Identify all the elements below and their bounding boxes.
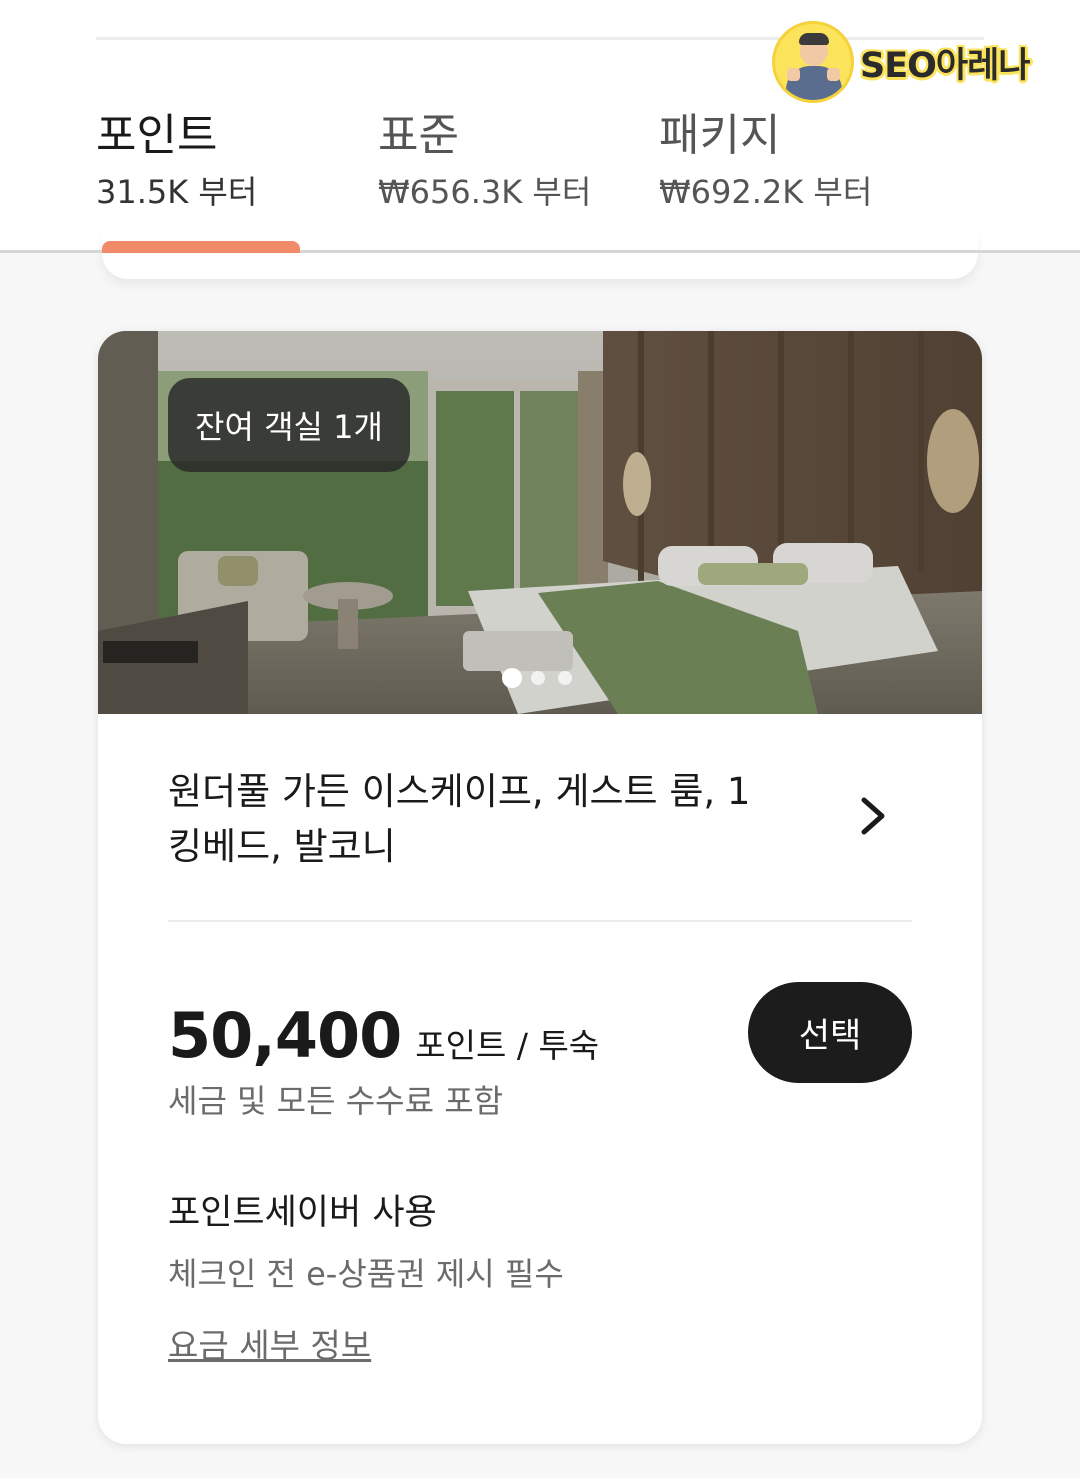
carousel-dot-active[interactable] — [502, 668, 522, 688]
price: 50,400 포인트 / 투숙 — [168, 999, 599, 1072]
room-title-line1: 원더풀 가든 이스케이프, 게스트 룸, 1 — [168, 770, 751, 813]
avatar — [772, 21, 854, 103]
card-divider — [168, 920, 912, 922]
active-tab-indicator — [102, 241, 300, 253]
chevron-right-icon[interactable] — [852, 786, 892, 846]
availability-text: 잔여 객실 1개 — [195, 408, 383, 446]
tab-package[interactable]: 패키지 ₩692.2K 부터 — [659, 110, 872, 211]
tab-title: 패키지 — [659, 110, 781, 161]
price-unit: 포인트 / 투숙 — [415, 1026, 600, 1065]
room-title-link[interactable]: 원더풀 가든 이스케이프, 게스트 룸, 1 킹베드, 발코니 — [168, 764, 928, 874]
room-photo-carousel[interactable]: 잔여 객실 1개 — [98, 331, 982, 714]
rate-tabs: 포인트 31.5K 부터 표준 ₩656.3K 부터 패키지 ₩692.2K 부… — [0, 110, 1080, 253]
pointsaver-note: 체크인 전 e-상품권 제시 필수 — [168, 1255, 564, 1293]
room-card: 잔여 객실 1개 원더풀 가든 이스케이프, 게스트 룸, 1 킹베드, 발코니… — [98, 331, 982, 1444]
rate-details-link[interactable]: 요금 세부 정보 — [168, 1319, 371, 1367]
tab-title: 표준 — [378, 110, 459, 161]
tab-price: ₩692.2K 부터 — [659, 172, 873, 211]
tab-standard[interactable]: 표준 ₩656.3K 부터 — [378, 110, 591, 211]
carousel-dot[interactable] — [558, 671, 572, 685]
tax-note: 세금 및 모든 수수료 포함 — [168, 1082, 504, 1120]
previous-card-edge — [102, 233, 978, 279]
tab-price: 31.5K 부터 — [96, 172, 258, 211]
room-title-line2: 킹베드, 발코니 — [168, 825, 396, 868]
carousel-dot[interactable] — [531, 671, 545, 685]
select-button[interactable]: 선택 — [748, 982, 912, 1083]
tab-points[interactable]: 포인트 31.5K 부터 — [96, 110, 257, 211]
watermark-logo: SEO아레나 — [772, 18, 1030, 106]
tab-price: ₩656.3K 부터 — [378, 172, 592, 211]
tab-title: 포인트 — [96, 110, 218, 161]
pointsaver-title: 포인트세이버 사용 — [168, 1193, 437, 1233]
carousel-indicator — [502, 668, 585, 688]
watermark-text: SEO아레나 — [860, 45, 1030, 86]
availability-badge: 잔여 객실 1개 — [168, 378, 410, 472]
price-value: 50,400 — [168, 999, 402, 1072]
